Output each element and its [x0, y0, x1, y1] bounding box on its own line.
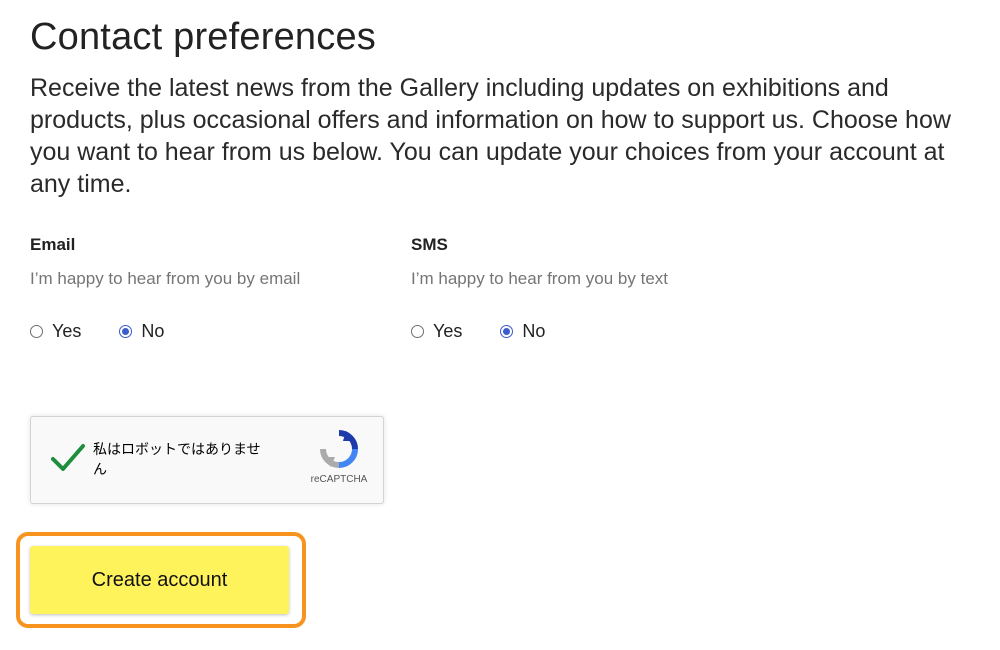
email-yes-option[interactable]: Yes [30, 319, 81, 343]
email-no-option[interactable]: No [119, 319, 164, 343]
email-yes-label: Yes [52, 321, 82, 341]
captcha-checkmark-icon[interactable] [51, 443, 85, 473]
email-yes-radio[interactable] [30, 324, 43, 338]
sms-preference: SMS I’m happy to hear from you by text Y… [411, 234, 668, 343]
captcha-label: 私はロボットではありません [93, 442, 261, 478]
recaptcha-widget: 私はロボットではありません reCAPTCHA [30, 416, 384, 504]
email-description: I’m happy to hear from you by email [30, 269, 301, 288]
sms-no-option[interactable]: No [500, 319, 545, 343]
sms-no-radio[interactable] [500, 324, 514, 338]
email-radio-group: Yes No [30, 319, 300, 343]
page-title: Contact preferences [30, 16, 376, 58]
intro-text: Receive the latest news from the Gallery… [30, 74, 951, 198]
email-no-label: No [141, 321, 165, 341]
sms-description: I’m happy to hear from you by text [411, 269, 669, 288]
sms-heading: SMS [411, 235, 448, 254]
sms-no-label: No [522, 321, 546, 341]
email-heading: Email [30, 235, 76, 254]
sms-radio-group: Yes No [411, 319, 668, 343]
recaptcha-brand: reCAPTCHA [310, 474, 368, 485]
sms-yes-label: Yes [433, 321, 463, 341]
create-account-button[interactable]: Create account [30, 546, 289, 614]
sms-yes-option[interactable]: Yes [411, 319, 462, 343]
sms-yes-radio[interactable] [411, 324, 424, 338]
recaptcha-logo-icon [320, 430, 358, 468]
email-no-radio[interactable] [119, 324, 133, 338]
email-preference: Email I’m happy to hear from you by emai… [30, 234, 300, 343]
